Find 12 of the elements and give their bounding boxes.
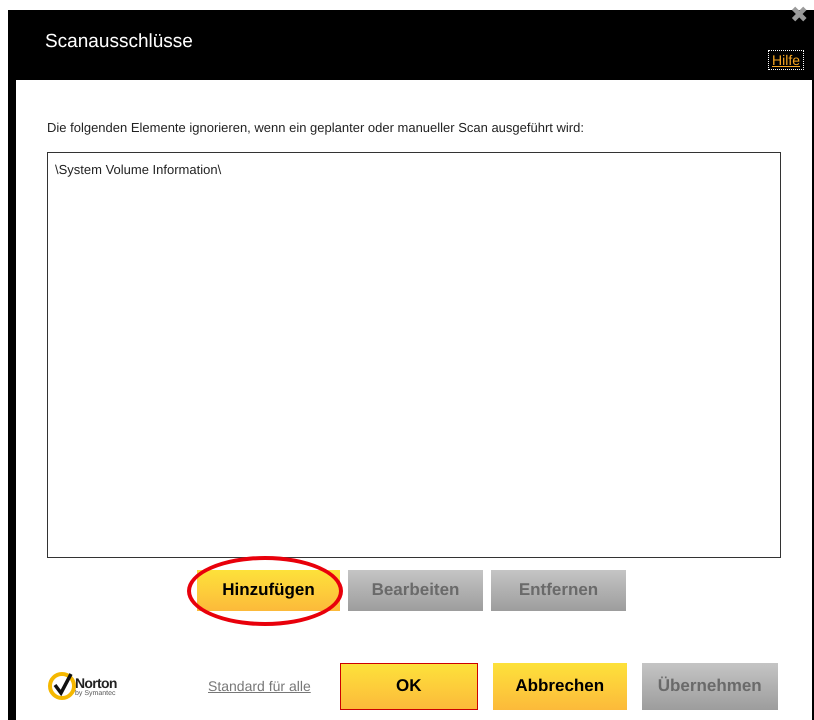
window-title: Scanausschlüsse <box>45 30 193 54</box>
defaults-link[interactable]: Standard für alle <box>208 676 311 696</box>
list-action-button[interactable]: Hinzufügen <box>197 570 340 610</box>
logo-text: Norton <box>75 676 117 690</box>
checkmark-icon <box>47 671 77 701</box>
exclusion-list[interactable]: \System Volume Information\ <box>47 152 781 558</box>
close-button[interactable]: ✖ <box>790 4 808 26</box>
dialog-button[interactable]: Abbrechen <box>492 662 627 710</box>
help-link[interactable]: Hilfe <box>768 50 804 70</box>
list-item[interactable]: \System Volume Information\ <box>55 160 773 179</box>
description-text: Die folgenden Elemente ignorieren, wenn ein geplanter oder manueller Scan ausgeführt wird: <box>47 119 585 137</box>
dialog-button[interactable]: OK <box>340 662 478 710</box>
